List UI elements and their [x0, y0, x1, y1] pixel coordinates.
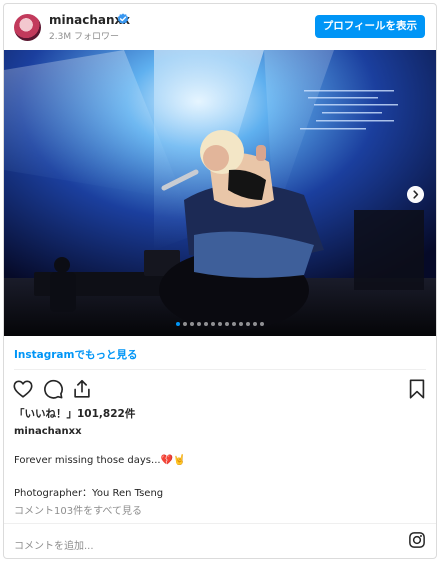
view-profile-button[interactable]: プロフィールを表示: [314, 15, 425, 38]
divider: [14, 369, 426, 370]
caption-text: Forever missing those days...💔🤘: [14, 455, 185, 466]
caption-username[interactable]: minachanxx: [14, 426, 82, 437]
concert-photo-image: [4, 50, 436, 336]
avatar[interactable]: [14, 14, 41, 41]
view-all-comments-link[interactable]: コメント103件をすべて見る: [14, 502, 142, 517]
carousel-dot: [246, 322, 250, 326]
view-more-on-instagram-link[interactable]: Instagramでもっと見る: [14, 347, 137, 362]
carousel-dot: [190, 322, 194, 326]
post-photo[interactable]: [4, 50, 436, 336]
heart-icon[interactable]: [12, 378, 34, 400]
divider: [4, 523, 436, 524]
carousel-dot: [183, 322, 187, 326]
chevron-right-icon[interactable]: [407, 186, 424, 203]
follower-count: 2.3M フォロワー: [49, 32, 119, 42]
like-count[interactable]: 「いいね！」101,822件: [14, 406, 135, 421]
carousel-dot: [225, 322, 229, 326]
carousel-dot: [239, 322, 243, 326]
carousel-indicator: [4, 322, 436, 326]
carousel-dot: [176, 322, 180, 326]
carousel-dot: [211, 322, 215, 326]
action-bar: [4, 378, 436, 402]
caption-body: Forever missing those days...: [14, 455, 161, 466]
photographer-credit: Photographer：You Ren Tseng: [14, 488, 164, 499]
carousel-dot: [253, 322, 257, 326]
verified-badge-icon: [117, 13, 129, 24]
carousel-dot: [197, 322, 201, 326]
caption-emoji: 💔🤘: [160, 455, 186, 466]
comment-icon[interactable]: [42, 378, 64, 400]
post-header: minachanxx 2.3M フォロワー プロフィールを表示: [4, 4, 436, 50]
share-icon[interactable]: [71, 378, 93, 400]
instagram-icon[interactable]: [408, 531, 426, 549]
add-comment-input[interactable]: コメントを追加...: [14, 537, 94, 552]
instagram-embed-card: minachanxx 2.3M フォロワー プロフィールを表示 Instagra…: [3, 3, 437, 559]
bookmark-icon[interactable]: [406, 378, 428, 400]
carousel-dot: [204, 322, 208, 326]
carousel-dot: [260, 322, 264, 326]
carousel-dot: [232, 322, 236, 326]
carousel-dot: [218, 322, 222, 326]
